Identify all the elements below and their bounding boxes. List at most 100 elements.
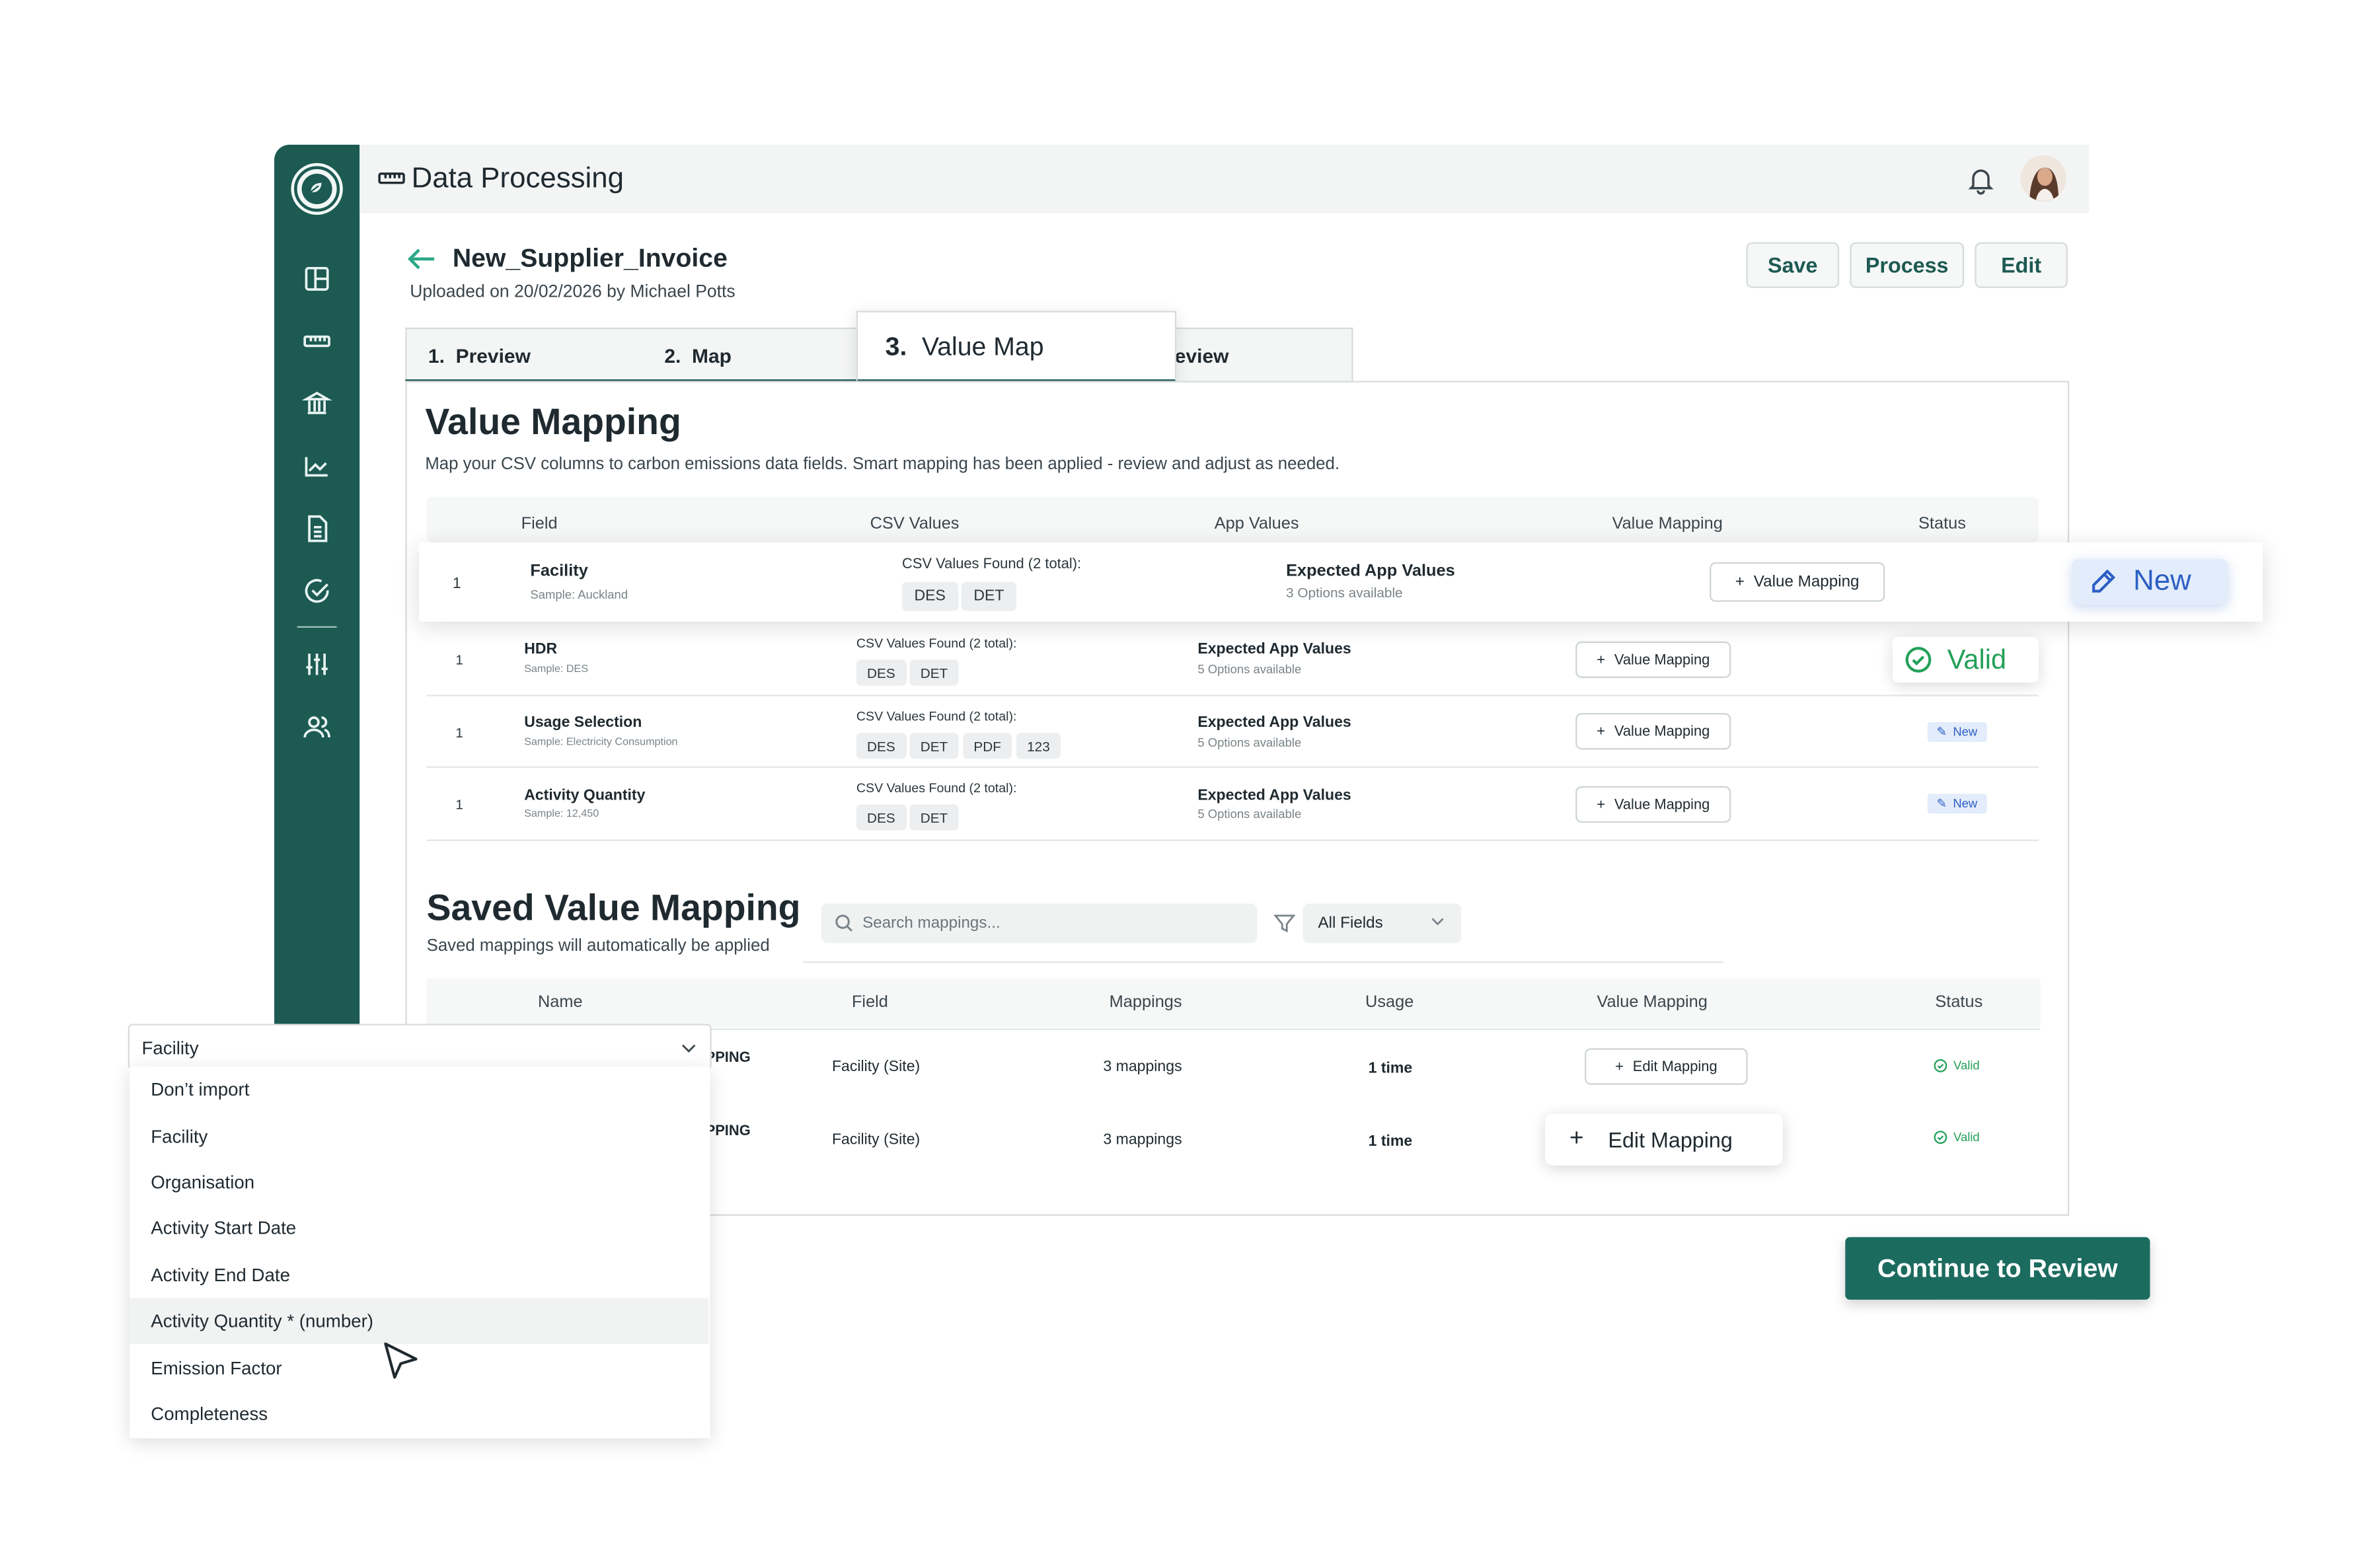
chart-icon[interactable] [302,451,332,482]
expected-app-values: Expected App Values [1286,562,1455,581]
dropdown-option[interactable]: Facility [130,1114,708,1160]
field-name: Activity Quantity [524,788,646,805]
chevron-down-icon [1431,917,1445,926]
dropdown-option[interactable]: Don’t import [130,1066,708,1112]
logo-icon[interactable] [294,166,340,212]
avatar[interactable] [2020,155,2066,202]
dropdown-option-highlighted[interactable]: Activity Quantity * (number) [129,1298,709,1344]
options-available: 5 Options available [1197,735,1302,750]
bell-icon[interactable] [1965,165,1996,195]
edit-mapping-button[interactable]: + Edit Mapping [1545,1113,1783,1166]
tab-value-map[interactable]: 3. Value Map [856,311,1177,383]
field-name: Facility [530,562,588,581]
mapping-field: Facility (Site) [831,1132,921,1149]
check-circle-icon [1934,1059,1947,1073]
dropdown-option[interactable]: Activity End Date [130,1252,708,1298]
csv-found: CSV Values Found (2 total): [856,780,1017,796]
search-input[interactable]: Search mappings... [821,903,1258,944]
section-description: Map your CSV columns to carbon emissions… [425,455,1340,474]
tab-map[interactable]: 2. Map [664,344,732,367]
col-csv-values: CSV Values [870,515,960,534]
plus-icon: + [1569,1125,1584,1152]
status-badge-new: ✎ New [1927,722,1987,742]
mapping-count: 3 mappings [1103,1132,1182,1149]
field-sample: Sample: DES [524,664,589,675]
ruler-icon[interactable] [302,326,332,356]
pencil-icon [2092,569,2116,593]
col-status: Status [1918,515,1966,534]
back-arrow-icon[interactable] [407,247,437,272]
process-button[interactable]: Process [1850,242,1965,288]
continue-to-review-button[interactable]: Continue to Review [1845,1237,2150,1300]
check-circle-icon [1905,647,1932,673]
dropdown-option[interactable]: Completeness [130,1391,708,1437]
row-divider [426,839,2039,841]
mapping-name: PPING [705,1123,751,1140]
col-status: Status [1935,993,1983,1012]
col-mappings: Mappings [1109,993,1182,1012]
options-available: 5 Options available [1197,663,1302,677]
plus-icon: + [1597,723,1606,740]
search-placeholder: Search mappings... [862,914,1000,933]
plus-icon: + [1597,651,1606,669]
check-circle-icon[interactable] [302,576,332,607]
dropdown-option[interactable]: Activity Start Date [130,1205,708,1251]
col-field: Field [851,993,888,1012]
status-badge-valid: Valid [1934,1131,1980,1144]
csv-found: CSV Values Found (2 total): [902,556,1082,573]
field-filter-select[interactable]: All Fields [1302,903,1462,944]
options-available: 5 Options available [1197,807,1302,821]
csv-chip: DET [909,804,959,831]
bank-icon[interactable] [301,389,332,419]
dropdown-option[interactable]: Organisation [130,1160,708,1205]
saved-title: Saved Value Mapping [426,888,801,930]
field-select-value: Facility [141,1037,199,1059]
tab-value-map-label: Value Map [922,332,1044,361]
check-circle-icon [1934,1131,1947,1144]
mapping-field: Facility (Site) [831,1059,921,1076]
col-field: Field [521,515,558,534]
page-title: Data Processing [411,163,624,196]
status-badge-new: New [2072,559,2228,605]
csv-chip: DES [902,581,958,611]
sliders-icon[interactable] [302,649,332,679]
ruler-icon [378,169,406,188]
col-value-mapping: Value Mapping [1612,515,1723,534]
users-icon[interactable] [302,712,332,742]
expected-app-values: Expected App Values [1197,714,1351,731]
edit-button[interactable]: Edit [1975,242,2068,288]
plus-icon: + [1615,1058,1624,1075]
dashboard-icon[interactable] [302,264,332,294]
expected-app-values: Expected App Values [1197,788,1351,805]
tab-preview[interactable]: 1. Preview [428,344,531,367]
pencil-icon: ✎ [1936,725,1947,739]
field-sample: Sample: 12,450 [524,809,599,820]
edit-mapping-button[interactable]: + Edit Mapping [1585,1048,1748,1085]
tab-value-map-number: 3. [885,332,907,361]
document-icon[interactable] [302,513,332,544]
csv-chip: DES [856,733,906,759]
filter-icon[interactable] [1273,913,1295,934]
mapping-name: PPING [705,1049,751,1067]
csv-found: CSV Values Found (2 total): [856,635,1017,651]
csv-chip: DET [909,659,959,686]
filter-value: All Fields [1318,914,1383,933]
csv-chip: DET [961,581,1016,611]
row-divider [426,694,2039,696]
col-name: Name [537,993,583,1012]
field-select[interactable]: Facility [128,1024,712,1070]
save-button[interactable]: Save [1746,242,1840,288]
upload-info: Uploaded on 20/02/2026 by Michael Potts [410,283,736,302]
value-mapping-button[interactable]: + Value Mapping [1575,713,1731,750]
value-mapping-button[interactable]: + Value Mapping [1575,641,1731,679]
field-sample: Sample: Auckland [530,588,628,602]
top-bar: Data Processing [359,145,2090,213]
csv-chip: DES [856,659,906,686]
value-mapping-button[interactable]: + Value Mapping [1710,562,1885,602]
status-badge-new: ✎ New [1927,794,1987,814]
table-row-highlighted[interactable]: 1 Facility Sample: Auckland CSV Values F… [419,542,2263,622]
plus-icon: + [1735,572,1745,591]
value-mapping-button[interactable]: + Value Mapping [1575,786,1731,823]
csv-chip: DES [856,804,906,831]
tab-review[interactable]: eview [1175,344,1229,367]
